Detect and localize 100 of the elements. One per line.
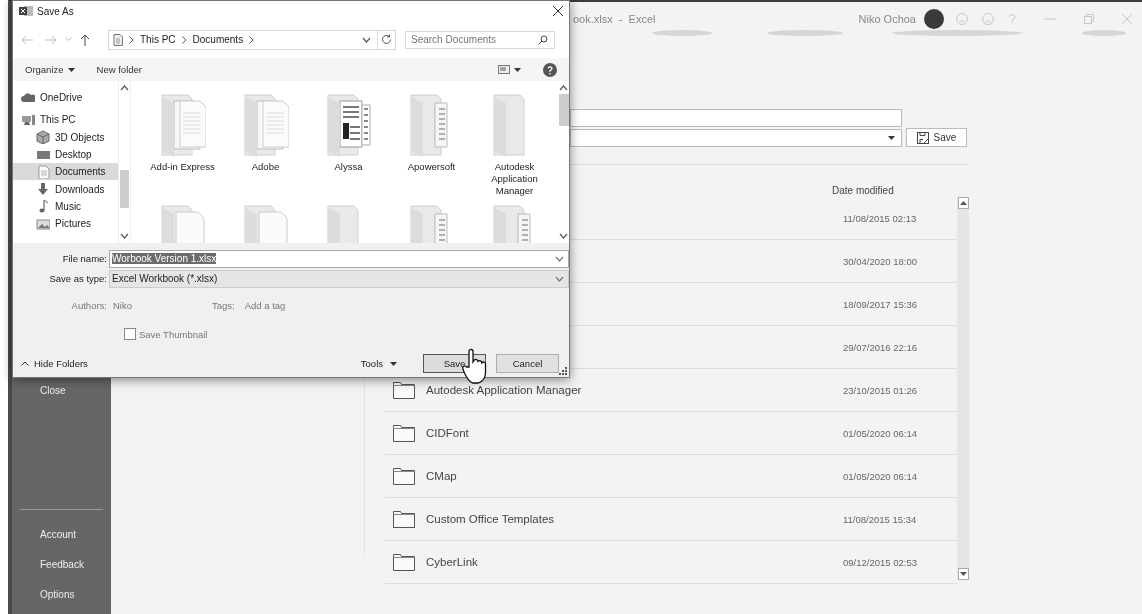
recent-locations-chevron-icon[interactable] xyxy=(65,37,72,42)
date-modified: 18/09/2017 15:36 xyxy=(843,298,917,310)
document-icon xyxy=(36,164,50,179)
date-modified: 29/07/2016 22:16 xyxy=(843,341,917,353)
breadcrumb-item[interactable]: Documents xyxy=(192,34,244,45)
folder-icon xyxy=(325,93,372,159)
chevron-up-icon xyxy=(21,361,29,366)
forward-arrow-icon[interactable] xyxy=(45,34,57,45)
folder-item[interactable]: Add-in Express xyxy=(141,93,224,204)
date-modified: 30/04/2020 18:00 xyxy=(843,255,917,267)
computer-icon xyxy=(21,112,35,127)
refresh-icon[interactable] xyxy=(381,34,392,45)
document-icon xyxy=(113,33,123,46)
breadcrumb-item[interactable]: This PC xyxy=(140,34,176,45)
folder-icon xyxy=(242,93,289,159)
nav-item[interactable]: This PC xyxy=(13,111,119,129)
date-modified: 01/05/2020 06:14 xyxy=(843,427,917,439)
date-modified: 01/05/2020 06:14 xyxy=(843,470,917,482)
folder-name: Autodesk Application Manager xyxy=(426,384,583,396)
avatar-icon xyxy=(924,9,944,29)
folder-icon xyxy=(393,553,415,571)
search-field[interactable]: Search Documents xyxy=(405,30,555,49)
folder-icon xyxy=(393,510,415,528)
scroll-down-icon xyxy=(559,233,568,239)
cloud-shape xyxy=(1082,30,1126,36)
tags-field[interactable]: Add a tag xyxy=(244,299,286,311)
dropdown-caret-icon xyxy=(514,67,521,72)
excel-icon xyxy=(19,5,33,17)
scrollbar[interactable] xyxy=(957,197,969,580)
breadcrumb-chevron-icon[interactable] xyxy=(181,35,187,44)
nav-item[interactable]: Desktop xyxy=(13,145,119,164)
folder-name: CIDFont xyxy=(426,427,470,439)
folder-name: Custom Office Templates xyxy=(426,513,556,525)
hide-folders-button[interactable]: Hide Folders xyxy=(21,358,88,369)
frown-icon[interactable] xyxy=(982,13,994,25)
window-title: ook.xlsx - Excel xyxy=(573,13,656,25)
folder-item[interactable]: Autodesk Application Manager xyxy=(473,93,556,204)
scroll-down-icon xyxy=(120,233,130,239)
dropdown-chevron-icon xyxy=(555,255,564,262)
authors-field[interactable]: Niko xyxy=(113,299,132,311)
dropdown-chevron-icon xyxy=(555,275,564,282)
file-type-dropdown[interactable]: Excel Workbook (*.xlsx) xyxy=(109,269,569,288)
help-icon[interactable] xyxy=(543,62,557,77)
column-header[interactable]: Date modified xyxy=(832,185,970,196)
dialog-button[interactable]: Cancel xyxy=(496,354,559,373)
save-icon xyxy=(916,131,930,144)
download-arrow-icon xyxy=(36,182,50,197)
nav-item[interactable]: Music xyxy=(13,197,119,216)
selected-text: Worbook Version 1.xlsx xyxy=(112,253,217,264)
view-options-icon[interactable] xyxy=(498,65,510,74)
sidebar-item[interactable]: Account xyxy=(12,520,111,550)
folder-item[interactable]: Alyssa xyxy=(307,93,390,204)
scroll-up-icon[interactable] xyxy=(959,201,967,205)
date-modified: 23/10/2015 01:26 xyxy=(843,384,917,396)
scroll-up-icon xyxy=(120,85,130,91)
file-name-field[interactable]: Worbook Version 1.xlsx xyxy=(109,249,569,268)
music-note-icon xyxy=(36,199,50,214)
folder-item[interactable]: Adobe xyxy=(224,93,307,204)
nav-item[interactable]: 3D Objects xyxy=(13,128,119,146)
address-bar[interactable]: This PC Documents xyxy=(108,29,396,50)
folder-icon xyxy=(393,424,415,442)
nav-item[interactable]: Documents xyxy=(13,163,119,181)
toolbar-button[interactable]: Organize xyxy=(25,64,75,75)
file-name-field[interactable] xyxy=(570,109,902,127)
scrollbar-thumb[interactable] xyxy=(558,94,569,126)
dropdown-caret-icon xyxy=(888,136,895,140)
dropdown-caret-icon xyxy=(67,67,75,72)
folder-item[interactable]: Apowersoft xyxy=(390,93,473,204)
resize-grip-icon xyxy=(559,367,567,375)
folder-name: CyberLink xyxy=(426,556,479,568)
address-dropdown-chevron-icon xyxy=(362,36,371,43)
user-name: Niko Ochoa xyxy=(858,13,916,25)
restore-icon[interactable] xyxy=(1084,14,1094,24)
nav-item[interactable]: Pictures xyxy=(13,215,119,233)
scroll-up-icon xyxy=(559,85,568,91)
breadcrumb-chevron-icon[interactable] xyxy=(249,35,255,44)
checkbox-label: Save Thumbnail xyxy=(139,328,208,340)
date-modified: 11/08/2015 15:34 xyxy=(843,513,917,525)
field-label: Tags: xyxy=(212,299,235,311)
back-arrow-icon[interactable] xyxy=(21,34,33,45)
nav-item[interactable]: Downloads xyxy=(13,180,119,198)
dialog-title: Save As xyxy=(37,5,74,17)
scrollbar-thumb[interactable] xyxy=(120,170,130,208)
scroll-down-icon[interactable] xyxy=(959,572,967,576)
field-label: File name: xyxy=(61,253,108,264)
checkbox[interactable] xyxy=(124,328,136,340)
up-arrow-icon[interactable] xyxy=(80,33,90,46)
nav-item[interactable]: OneDrive xyxy=(13,89,119,107)
sidebar-item[interactable]: Options xyxy=(12,580,111,610)
breadcrumb-chevron-icon[interactable] xyxy=(129,35,134,44)
folder-icon xyxy=(393,381,415,399)
save-button[interactable]: Save xyxy=(906,128,967,147)
folder-icon xyxy=(393,467,415,485)
tools-button[interactable]: Tools xyxy=(360,358,397,369)
toolbar-button[interactable]: New folder xyxy=(96,64,142,75)
file-type-dropdown[interactable] xyxy=(570,129,902,147)
sidebar-item[interactable]: Close xyxy=(12,376,111,406)
sidebar-item[interactable]: Feedback xyxy=(12,550,111,580)
smiley-icon[interactable] xyxy=(956,13,968,25)
close-icon[interactable] xyxy=(553,6,563,16)
